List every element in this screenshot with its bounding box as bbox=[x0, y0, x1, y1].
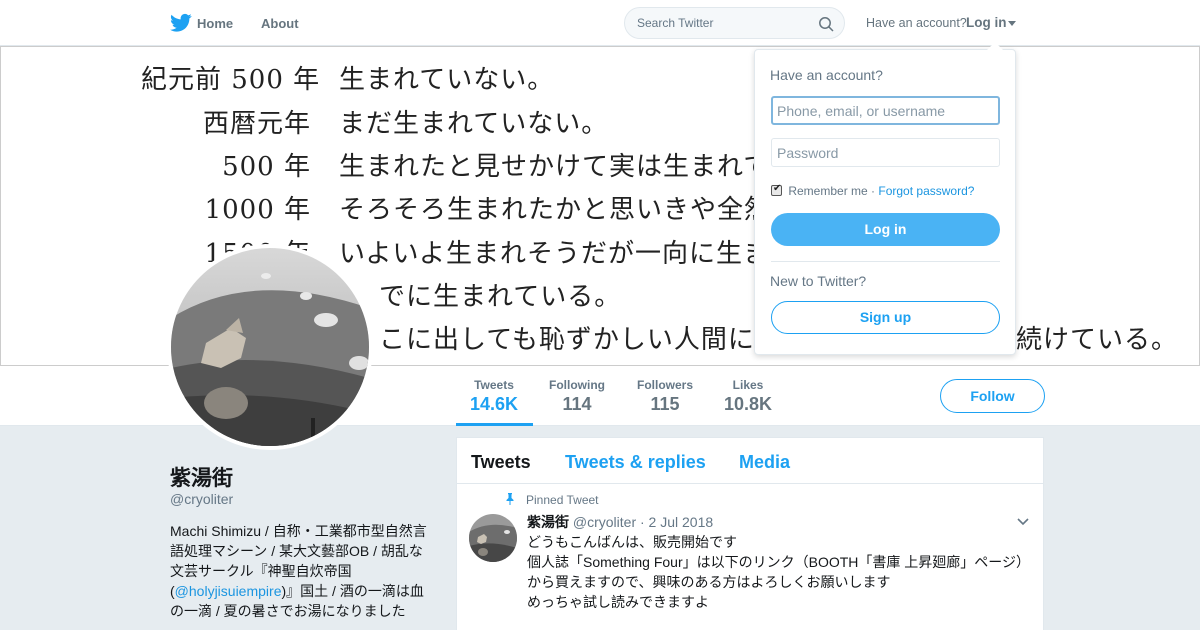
tweet-text-line: どうもこんばんは、販売開始です bbox=[527, 534, 737, 550]
tweet-author-handle[interactable]: @cryoliter bbox=[573, 514, 636, 530]
stat-following[interactable]: Following 114 bbox=[545, 378, 609, 415]
stat-likes[interactable]: Likes 10.8K bbox=[720, 378, 776, 415]
login-dropdown: Have an account? Phone, email, or userna… bbox=[754, 42, 1016, 355]
dropdown-arrow bbox=[987, 42, 1003, 50]
banner-year: 1000 年 bbox=[204, 195, 311, 225]
profile-avatar[interactable] bbox=[167, 244, 373, 450]
pinned-tweet-label: Pinned Tweet bbox=[526, 493, 599, 507]
tab-media[interactable]: Media bbox=[739, 452, 790, 473]
remember-row: Remember me · Forgot password? bbox=[771, 183, 974, 198]
chevron-down-icon[interactable] bbox=[1017, 518, 1029, 526]
forgot-password-link[interactable]: Forgot password? bbox=[878, 184, 974, 198]
signup-button[interactable]: Sign up bbox=[771, 301, 1000, 334]
have-account-label: Have an account? bbox=[866, 16, 967, 30]
timeline-panel: Tweets Tweets & replies Media Pinned Twe… bbox=[456, 437, 1044, 630]
banner-year: 西暦元年 bbox=[202, 109, 311, 139]
tweet-text-line: めっちゃ試し読みできますよ bbox=[527, 594, 709, 610]
nav-about-link[interactable]: About bbox=[261, 16, 299, 31]
stat-label: Likes bbox=[732, 378, 764, 392]
bio-line: 語処理マシーン / 某大文藝部OB / 胡乱な bbox=[170, 543, 423, 559]
banner-text: こに出しても恥ずかしい人間に育 bbox=[379, 325, 782, 355]
stat-value: 114 bbox=[562, 394, 592, 414]
banner-text: 生まれたと見せかけて実は生まれて bbox=[339, 152, 771, 182]
login-dropdown-toggle[interactable]: Log in bbox=[966, 15, 1007, 30]
remember-me-checkbox[interactable] bbox=[771, 183, 782, 196]
stat-label: Tweets bbox=[474, 378, 514, 392]
avatar-photo bbox=[171, 248, 369, 446]
tweet-header: 紫湯街 @cryoliter · 2 Jul 2018 bbox=[527, 512, 713, 532]
banner-text: いよいよ生まれそうだが一向に生ま bbox=[339, 239, 770, 269]
stat-followers[interactable]: Followers 115 bbox=[633, 378, 697, 415]
tweet-text-line: 個人誌「Something Four」は以下のリンク（BOOTH「書庫 上昇廻廊… bbox=[527, 554, 1030, 570]
tab-tweets-replies[interactable]: Tweets & replies bbox=[565, 452, 706, 473]
dropdown-title: Have an account? bbox=[770, 67, 883, 83]
tweet-date[interactable]: · 2 Jul 2018 bbox=[640, 514, 713, 530]
banner-text: 生まれていない。 bbox=[339, 65, 555, 95]
banner-text: まだ生まれていない。 bbox=[339, 109, 609, 139]
timeline-tabs: Tweets Tweets & replies Media bbox=[457, 438, 1043, 484]
stat-label: Following bbox=[549, 378, 605, 392]
separator-dot: · bbox=[867, 184, 879, 198]
divider bbox=[771, 261, 1000, 262]
banner-text: でに生まれている。 bbox=[379, 282, 622, 312]
caret-down-icon[interactable] bbox=[1008, 21, 1016, 26]
tweet-author-name[interactable]: 紫湯街 bbox=[527, 514, 569, 530]
banner-year: 500 年 bbox=[222, 152, 311, 182]
bio-mention-link[interactable]: @holyjisuiempire bbox=[175, 583, 282, 599]
search-input[interactable]: Search Twitter bbox=[637, 16, 713, 30]
bio-line: の一滴 / 夏の暑さでお湯になりました bbox=[170, 603, 406, 619]
banner-text: 続けている。 bbox=[1016, 325, 1179, 355]
top-navigation-bar: Home About Search Twitter Have an accoun… bbox=[0, 0, 1200, 46]
username-field[interactable]: Phone, email, or username bbox=[771, 96, 1000, 125]
nav-home-link[interactable]: Home bbox=[197, 16, 233, 31]
profile-bio: Machi Shimizu / 自称・工業都市型自然言 語処理マシーン / 某大… bbox=[170, 521, 432, 621]
bio-line: 』国土 / 酒の一滴は血 bbox=[286, 583, 424, 599]
profile-handle[interactable]: @cryoliter bbox=[170, 491, 233, 507]
stat-tweets[interactable]: Tweets 14.6K bbox=[466, 378, 522, 415]
active-tab-underline bbox=[456, 423, 533, 426]
search-icon[interactable] bbox=[818, 16, 834, 32]
bio-line: Machi Shimizu / 自称・工業都市型自然言 bbox=[170, 523, 427, 539]
twitter-bird-icon[interactable] bbox=[170, 13, 192, 33]
stat-value: 14.6K bbox=[469, 394, 519, 414]
tweet-text-line: から買えますので、興味のある方はよろしくお願いします bbox=[527, 574, 891, 590]
stat-value: 10.8K bbox=[723, 394, 773, 414]
search-box[interactable]: Search Twitter bbox=[624, 7, 845, 39]
stat-value: 115 bbox=[650, 394, 680, 414]
login-button[interactable]: Log in bbox=[771, 213, 1000, 246]
tab-tweets[interactable]: Tweets bbox=[471, 452, 531, 473]
bio-line: 文芸サークル『神聖自炊帝国 bbox=[170, 563, 352, 579]
banner-text: そろそろ生まれたかと思いきや全然 bbox=[339, 195, 772, 225]
tweet-avatar[interactable] bbox=[469, 514, 517, 562]
stat-label: Followers bbox=[636, 378, 693, 392]
follow-button[interactable]: Follow bbox=[940, 379, 1045, 413]
profile-name: 紫湯街 bbox=[170, 467, 233, 490]
remember-me-label[interactable]: Remember me bbox=[788, 184, 867, 198]
pin-icon bbox=[506, 493, 514, 505]
banner-year: 紀元前 500 年 bbox=[141, 65, 321, 95]
password-field[interactable]: Password bbox=[771, 138, 1000, 167]
new-to-twitter-label: New to Twitter? bbox=[770, 273, 867, 289]
